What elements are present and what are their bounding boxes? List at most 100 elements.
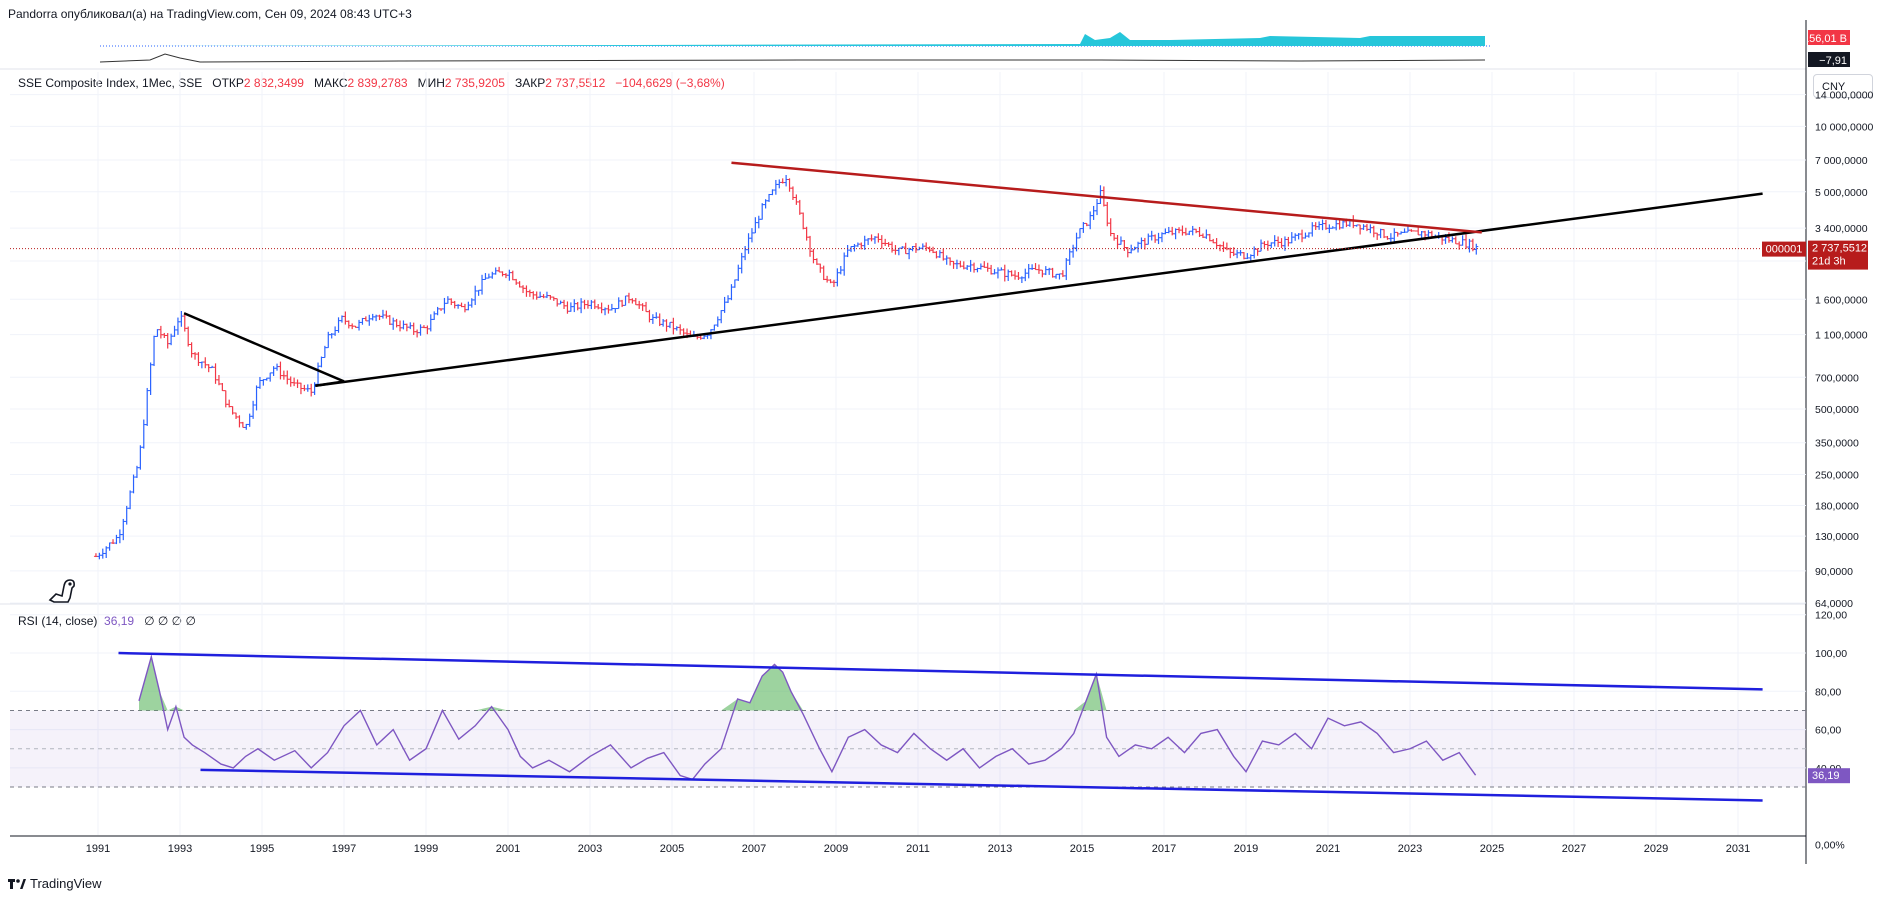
x-tick-label: 2001 (496, 843, 520, 855)
price-bar (169, 333, 174, 346)
price-bar (749, 228, 754, 243)
price-bar (978, 263, 983, 270)
price-bar (1399, 231, 1404, 235)
x-tick-label: 1995 (250, 843, 274, 855)
price-bar (1446, 232, 1451, 243)
price-bar (353, 325, 358, 328)
price-tick-label: 1 100,0000 (1815, 330, 1868, 342)
price-bar (763, 199, 768, 209)
price-bar (1412, 230, 1417, 232)
price-bar (760, 203, 765, 220)
price-bar (456, 304, 461, 309)
price-bar (411, 322, 416, 335)
price-bar (148, 362, 153, 395)
price-bar (234, 412, 239, 419)
price-bar (1091, 205, 1096, 220)
price-bar (613, 308, 618, 313)
price-bar (1043, 266, 1048, 276)
price-bar (575, 301, 580, 311)
price-bar (1375, 232, 1380, 240)
price-bar (295, 379, 300, 388)
price-axis: 14 000,0000 10 000,0000 7 000,0000 5 000,00… (1815, 90, 1874, 610)
price-bar (93, 553, 98, 558)
price-bar (1296, 233, 1301, 240)
price-bar (432, 311, 437, 320)
price-bar (1180, 225, 1185, 236)
price-bar (1364, 223, 1369, 232)
price-bar (1115, 234, 1120, 250)
price-bar (924, 242, 929, 251)
price-bar (1118, 236, 1123, 245)
price-bar (298, 382, 303, 395)
price-bar (869, 234, 874, 242)
price-tick-label: 90,0000 (1815, 566, 1853, 578)
price-bar (1194, 228, 1199, 234)
price-bar (206, 364, 211, 373)
volume-area (143, 32, 1485, 46)
price-bar (462, 303, 467, 313)
price-bar (995, 267, 1000, 279)
price-bar (360, 317, 365, 325)
price-bar (527, 289, 532, 297)
price-bar (1238, 250, 1243, 256)
price-bar (562, 299, 567, 309)
price-bar (141, 419, 146, 449)
price-tick-label: 3 400,0000 (1815, 223, 1868, 235)
price-bar (275, 363, 280, 371)
price-bar (384, 310, 389, 319)
price-bar (309, 383, 314, 397)
price-tick-label: 250,0000 (1815, 469, 1859, 481)
price-bar (1149, 230, 1154, 241)
x-tick-label: 2021 (1316, 843, 1340, 855)
brand-name: TradingView (30, 876, 102, 891)
x-tick-label: 2025 (1480, 843, 1504, 855)
resistance-trendline (731, 161, 1482, 234)
price-bar (804, 226, 809, 241)
price-bar (1173, 228, 1178, 240)
price-tick-label: 7 000,0000 (1815, 155, 1868, 167)
price-bar (794, 194, 799, 205)
price-bar (104, 546, 109, 558)
price-bar (664, 319, 669, 332)
price-bar (808, 235, 813, 257)
price-bar (292, 377, 297, 387)
price-bar (329, 333, 334, 339)
price-bar (620, 299, 625, 308)
price-bar (1310, 222, 1315, 237)
price-bar (544, 291, 549, 299)
price-bar (1009, 270, 1014, 277)
x-tick-label: 2007 (742, 843, 766, 855)
price-bar (336, 317, 341, 333)
chart-canvas[interactable]: 156,01 B −7,91 1991 1993 1995 1997 1999 2001 2… (0, 0, 1891, 901)
price-tick-label: 10 000,0000 (1815, 121, 1874, 133)
price-bar (579, 298, 584, 314)
price-bar (1207, 233, 1212, 242)
price-bar (199, 361, 204, 369)
price-bar (1354, 224, 1359, 227)
price-bar (831, 279, 836, 288)
x-tick-label: 2003 (578, 843, 602, 855)
price-bar (503, 273, 508, 279)
tradingview-logo-icon (8, 878, 26, 889)
x-tick-label: 2009 (824, 843, 848, 855)
price-bar (493, 267, 498, 275)
price-tick-label: 180,0000 (1815, 500, 1859, 512)
price-bar (1112, 233, 1117, 241)
price-bar (1159, 232, 1164, 243)
price-bar (1139, 237, 1144, 249)
price-bar (1054, 273, 1059, 279)
price-bar (350, 323, 355, 330)
price-bar (152, 335, 157, 367)
dino-icon (48, 579, 75, 603)
x-tick-label: 2013 (988, 843, 1012, 855)
price-bar (965, 265, 970, 270)
price-bar (1303, 232, 1308, 239)
price-bar (473, 285, 478, 306)
price-bar (1224, 242, 1229, 251)
price-bar (1142, 237, 1147, 250)
price-bar (408, 322, 413, 330)
price-bar (524, 285, 529, 297)
price-bar (1060, 270, 1065, 278)
price-bar (398, 320, 403, 332)
rsi-value-badge: 36,19 (1808, 768, 1850, 784)
